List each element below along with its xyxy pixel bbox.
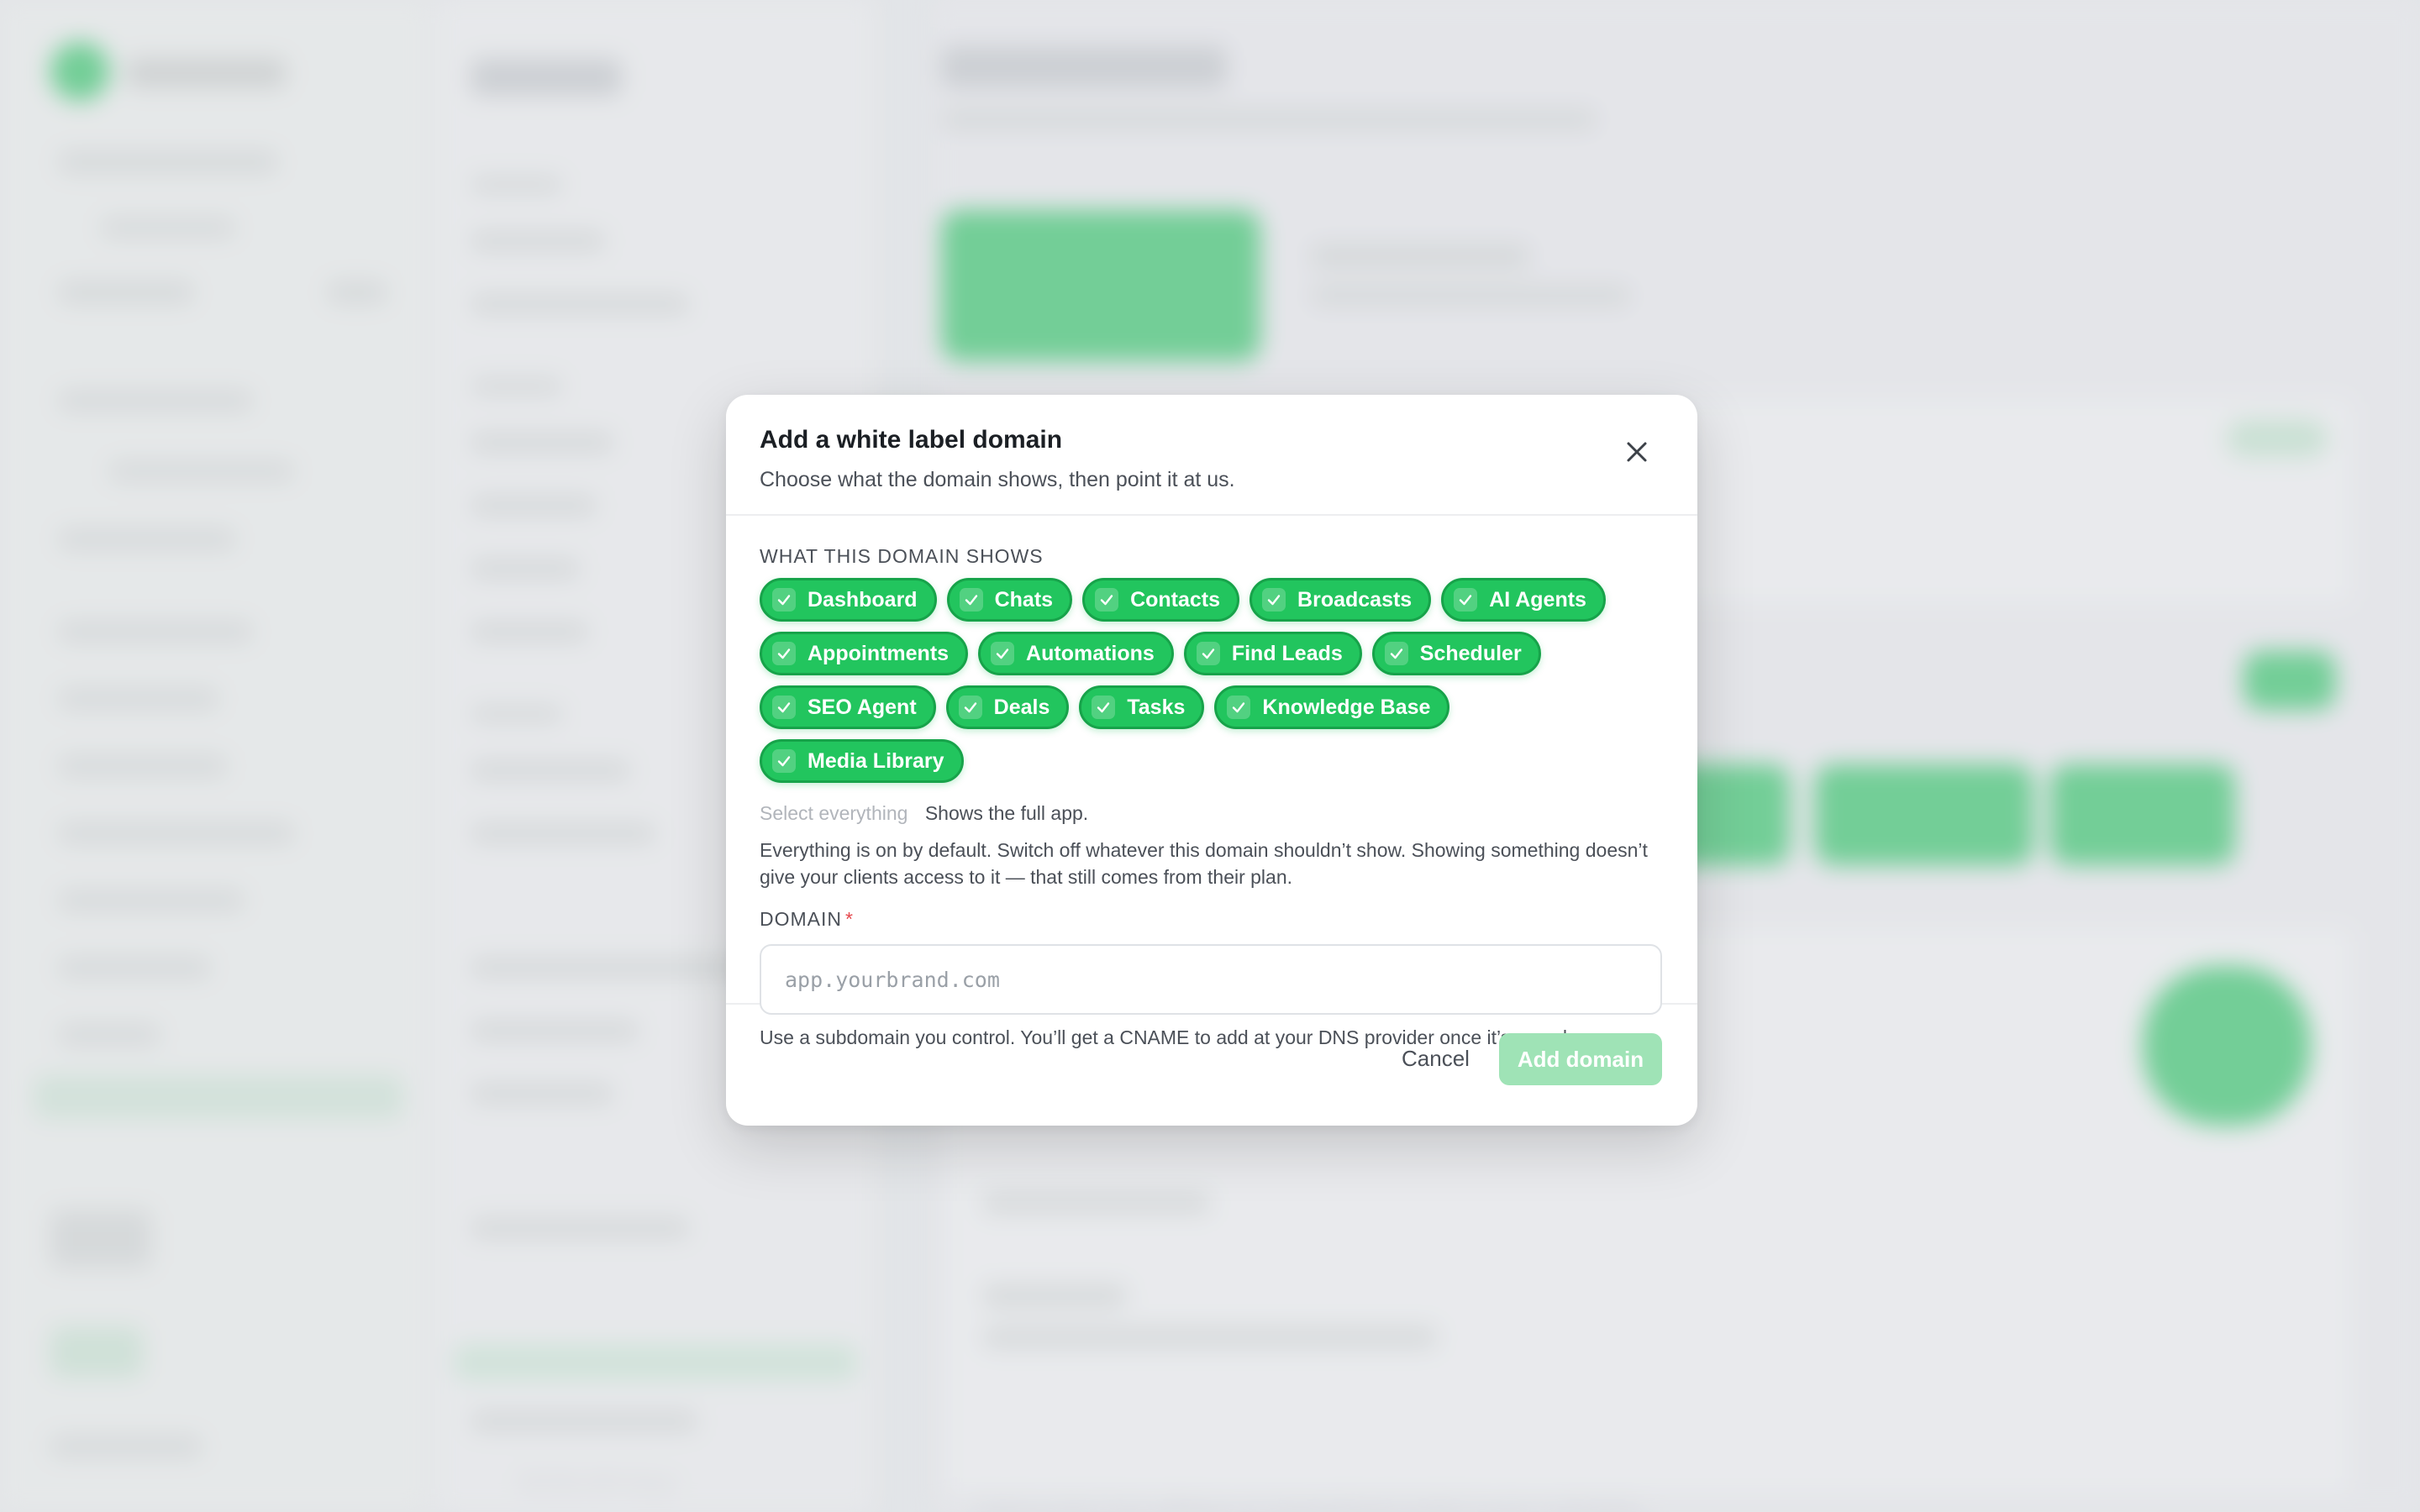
feature-chip-label: Knowledge Base bbox=[1262, 695, 1431, 719]
feature-chip-label: Scheduler bbox=[1419, 641, 1522, 665]
feature-chip-broadcasts[interactable]: Broadcasts bbox=[1249, 578, 1432, 622]
close-icon bbox=[1627, 442, 1647, 462]
add-domain-button[interactable]: Add domain bbox=[1499, 1033, 1662, 1085]
check-icon bbox=[772, 642, 796, 665]
cancel-button[interactable]: Cancel bbox=[1390, 1033, 1481, 1084]
feature-chip-knowledge-base[interactable]: Knowledge Base bbox=[1214, 685, 1450, 729]
modal-subtitle: Choose what the domain shows, then point… bbox=[760, 468, 1235, 491]
visibility-help-text: Everything is on by default. Switch off … bbox=[760, 839, 1648, 888]
feature-chip-deals[interactable]: Deals bbox=[945, 685, 1070, 729]
feature-chip-label: Contacts bbox=[1130, 587, 1221, 612]
check-icon bbox=[1095, 588, 1119, 612]
domain-label-text: DOMAIN bbox=[760, 908, 842, 930]
feature-chip-label: AI Agents bbox=[1489, 587, 1586, 612]
feature-chip-contacts[interactable]: Contacts bbox=[1082, 578, 1240, 622]
modal-body: WHAT THIS DOMAIN SHOWS Dashboard Chats Con… bbox=[726, 516, 1697, 1048]
check-icon bbox=[1262, 588, 1286, 612]
check-icon bbox=[958, 696, 982, 719]
feature-chip-automations[interactable]: Automations bbox=[978, 632, 1174, 675]
feature-chip-dashboard[interactable]: Dashboard bbox=[760, 578, 937, 622]
check-icon bbox=[1384, 642, 1408, 665]
feature-chip-label: Find Leads bbox=[1231, 641, 1343, 665]
feature-chip-label: Chats bbox=[994, 587, 1054, 612]
feature-chip-label: Broadcasts bbox=[1297, 587, 1413, 612]
check-icon bbox=[991, 642, 1015, 665]
check-icon bbox=[1196, 642, 1220, 665]
feature-chip-chats[interactable]: Chats bbox=[946, 578, 1073, 622]
check-icon bbox=[1092, 696, 1116, 719]
check-icon bbox=[772, 749, 796, 773]
feature-chip-label: Deals bbox=[993, 695, 1050, 719]
feature-chip-label: Dashboard bbox=[808, 587, 918, 612]
check-icon bbox=[772, 696, 796, 719]
domain-field-label: DOMAIN * bbox=[760, 907, 1664, 931]
feature-chip-label: Automations bbox=[1026, 641, 1155, 665]
feature-chip-seo-agent[interactable]: SEO Agent bbox=[760, 685, 936, 729]
check-icon bbox=[1454, 588, 1478, 612]
select-everything-link[interactable]: Select everything bbox=[760, 802, 908, 824]
check-icon bbox=[959, 588, 983, 612]
check-icon bbox=[1227, 696, 1251, 719]
modal-title: Add a white label domain bbox=[760, 426, 1063, 454]
feature-chip-list: Dashboard Chats Contacts Broadcasts AI Agent… bbox=[760, 578, 1664, 783]
section-label-domain-shows: WHAT THIS DOMAIN SHOWS bbox=[760, 545, 1044, 567]
feature-chip-find-leads[interactable]: Find Leads bbox=[1183, 632, 1362, 675]
add-white-label-domain-dialog: Add a white label domain Choose what the… bbox=[726, 395, 1697, 1126]
select-everything-row: Select everything Shows the full app. bbox=[760, 801, 1664, 825]
feature-chip-media-library[interactable]: Media Library bbox=[760, 739, 964, 783]
feature-chip-tasks[interactable]: Tasks bbox=[1079, 685, 1205, 729]
feature-chip-label: SEO Agent bbox=[808, 695, 917, 719]
modal-header: Add a white label domain Choose what the… bbox=[726, 395, 1697, 516]
modal-footer: Cancel Add domain bbox=[726, 1005, 1697, 1124]
close-button[interactable] bbox=[1620, 435, 1654, 469]
feature-chip-ai-agents[interactable]: AI Agents bbox=[1441, 578, 1606, 622]
required-marker: * bbox=[845, 908, 854, 930]
feature-chip-scheduler[interactable]: Scheduler bbox=[1371, 632, 1541, 675]
feature-chip-label: Tasks bbox=[1127, 695, 1186, 719]
select-everything-note: Shows the full app. bbox=[924, 802, 1089, 824]
check-icon bbox=[772, 588, 796, 612]
feature-chip-label: Appointments bbox=[808, 641, 950, 665]
feature-chip-label: Media Library bbox=[808, 748, 944, 773]
feature-chip-appointments[interactable]: Appointments bbox=[760, 632, 969, 675]
